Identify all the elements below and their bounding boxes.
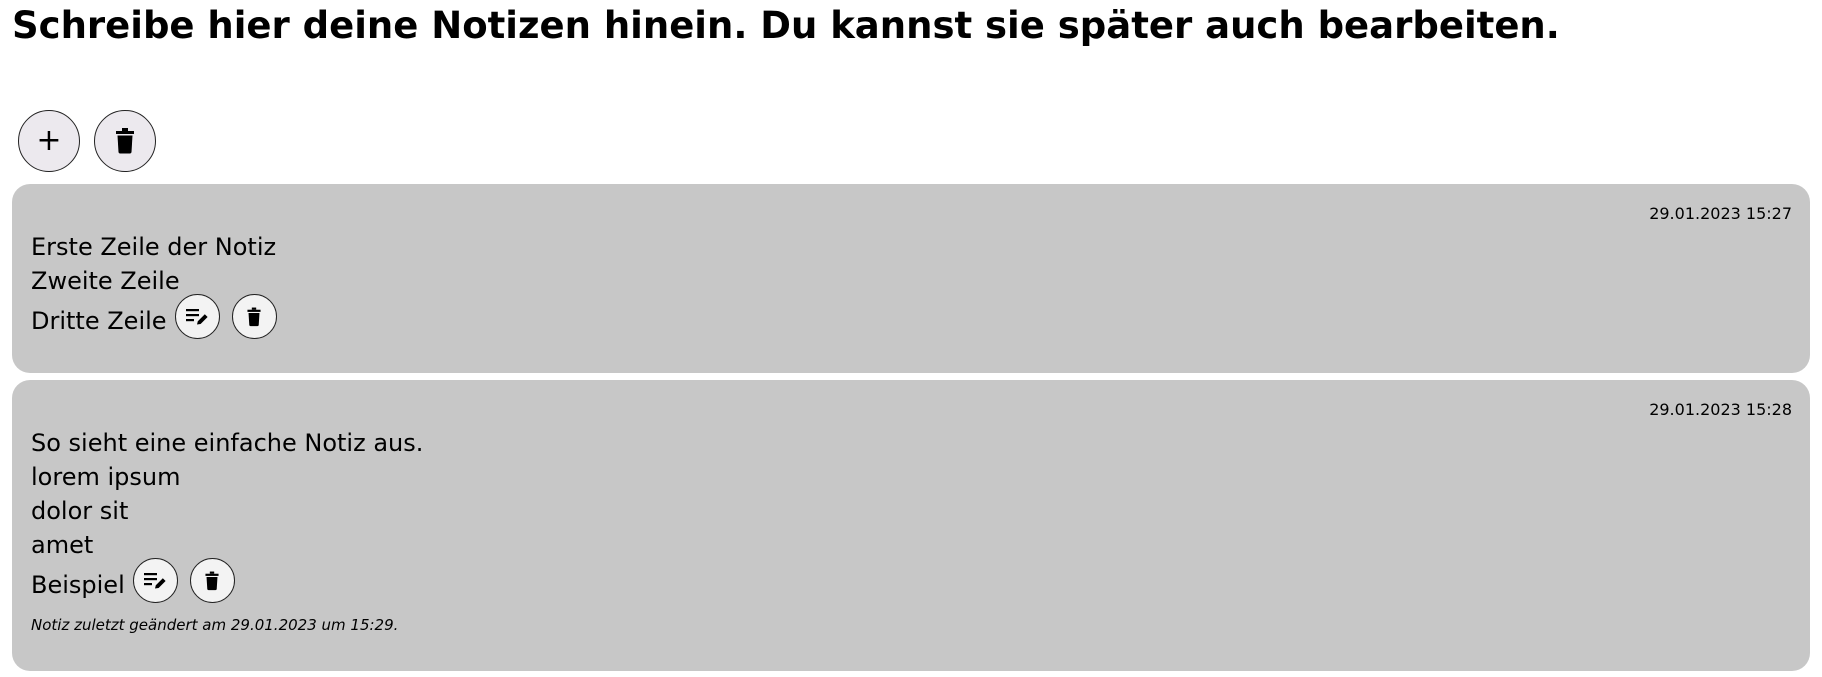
page-title: Schreibe hier deine Notizen hinein. Du k… — [12, 4, 1560, 47]
toolbar: + — [18, 110, 156, 172]
note-line: So sieht eine einfache Notiz aus. — [31, 429, 424, 457]
note-line: Erste Zeile der Notiz — [31, 233, 277, 261]
edit-note-button[interactable] — [174, 294, 220, 339]
note-line: amet — [31, 531, 94, 559]
edit-note-icon — [186, 308, 208, 324]
note-content: Erste Zeile der Notiz Zweite Zeile Dritt… — [31, 230, 277, 343]
delete-note-button[interactable] — [189, 558, 235, 603]
trash-icon — [116, 128, 134, 154]
edit-note-icon — [144, 572, 166, 588]
edit-note-button[interactable] — [132, 558, 178, 603]
trash-icon — [247, 307, 261, 326]
delete-all-notes-button[interactable] — [94, 110, 156, 172]
note-timestamp: 29.01.2023 15:27 — [1649, 204, 1792, 223]
note-line: dolor sit — [31, 497, 129, 525]
trash-icon — [205, 571, 219, 590]
note-timestamp: 29.01.2023 15:28 — [1649, 400, 1792, 419]
note-modified-info: Notiz zuletzt geändert am 29.01.2023 um … — [31, 616, 399, 634]
note-line: Zweite Zeile — [31, 267, 180, 295]
add-note-button[interactable]: + — [18, 110, 80, 172]
note-line: Dritte Zeile — [31, 306, 167, 335]
note-line: lorem ipsum — [31, 463, 181, 491]
plus-icon: + — [36, 123, 62, 158]
note-card: 29.01.2023 15:27 Erste Zeile der Notiz Z… — [12, 184, 1810, 373]
note-card: 29.01.2023 15:28 So sieht eine einfache … — [12, 380, 1810, 671]
delete-note-button[interactable] — [231, 294, 277, 339]
note-line: Beispiel — [31, 570, 125, 599]
note-content: So sieht eine einfache Notiz aus. lorem … — [31, 426, 423, 607]
note-last-line: Dritte Zeile — [31, 294, 277, 343]
page: Schreibe hier deine Notizen hinein. Du k… — [0, 0, 1822, 677]
note-last-line: Beispiel — [31, 558, 423, 607]
